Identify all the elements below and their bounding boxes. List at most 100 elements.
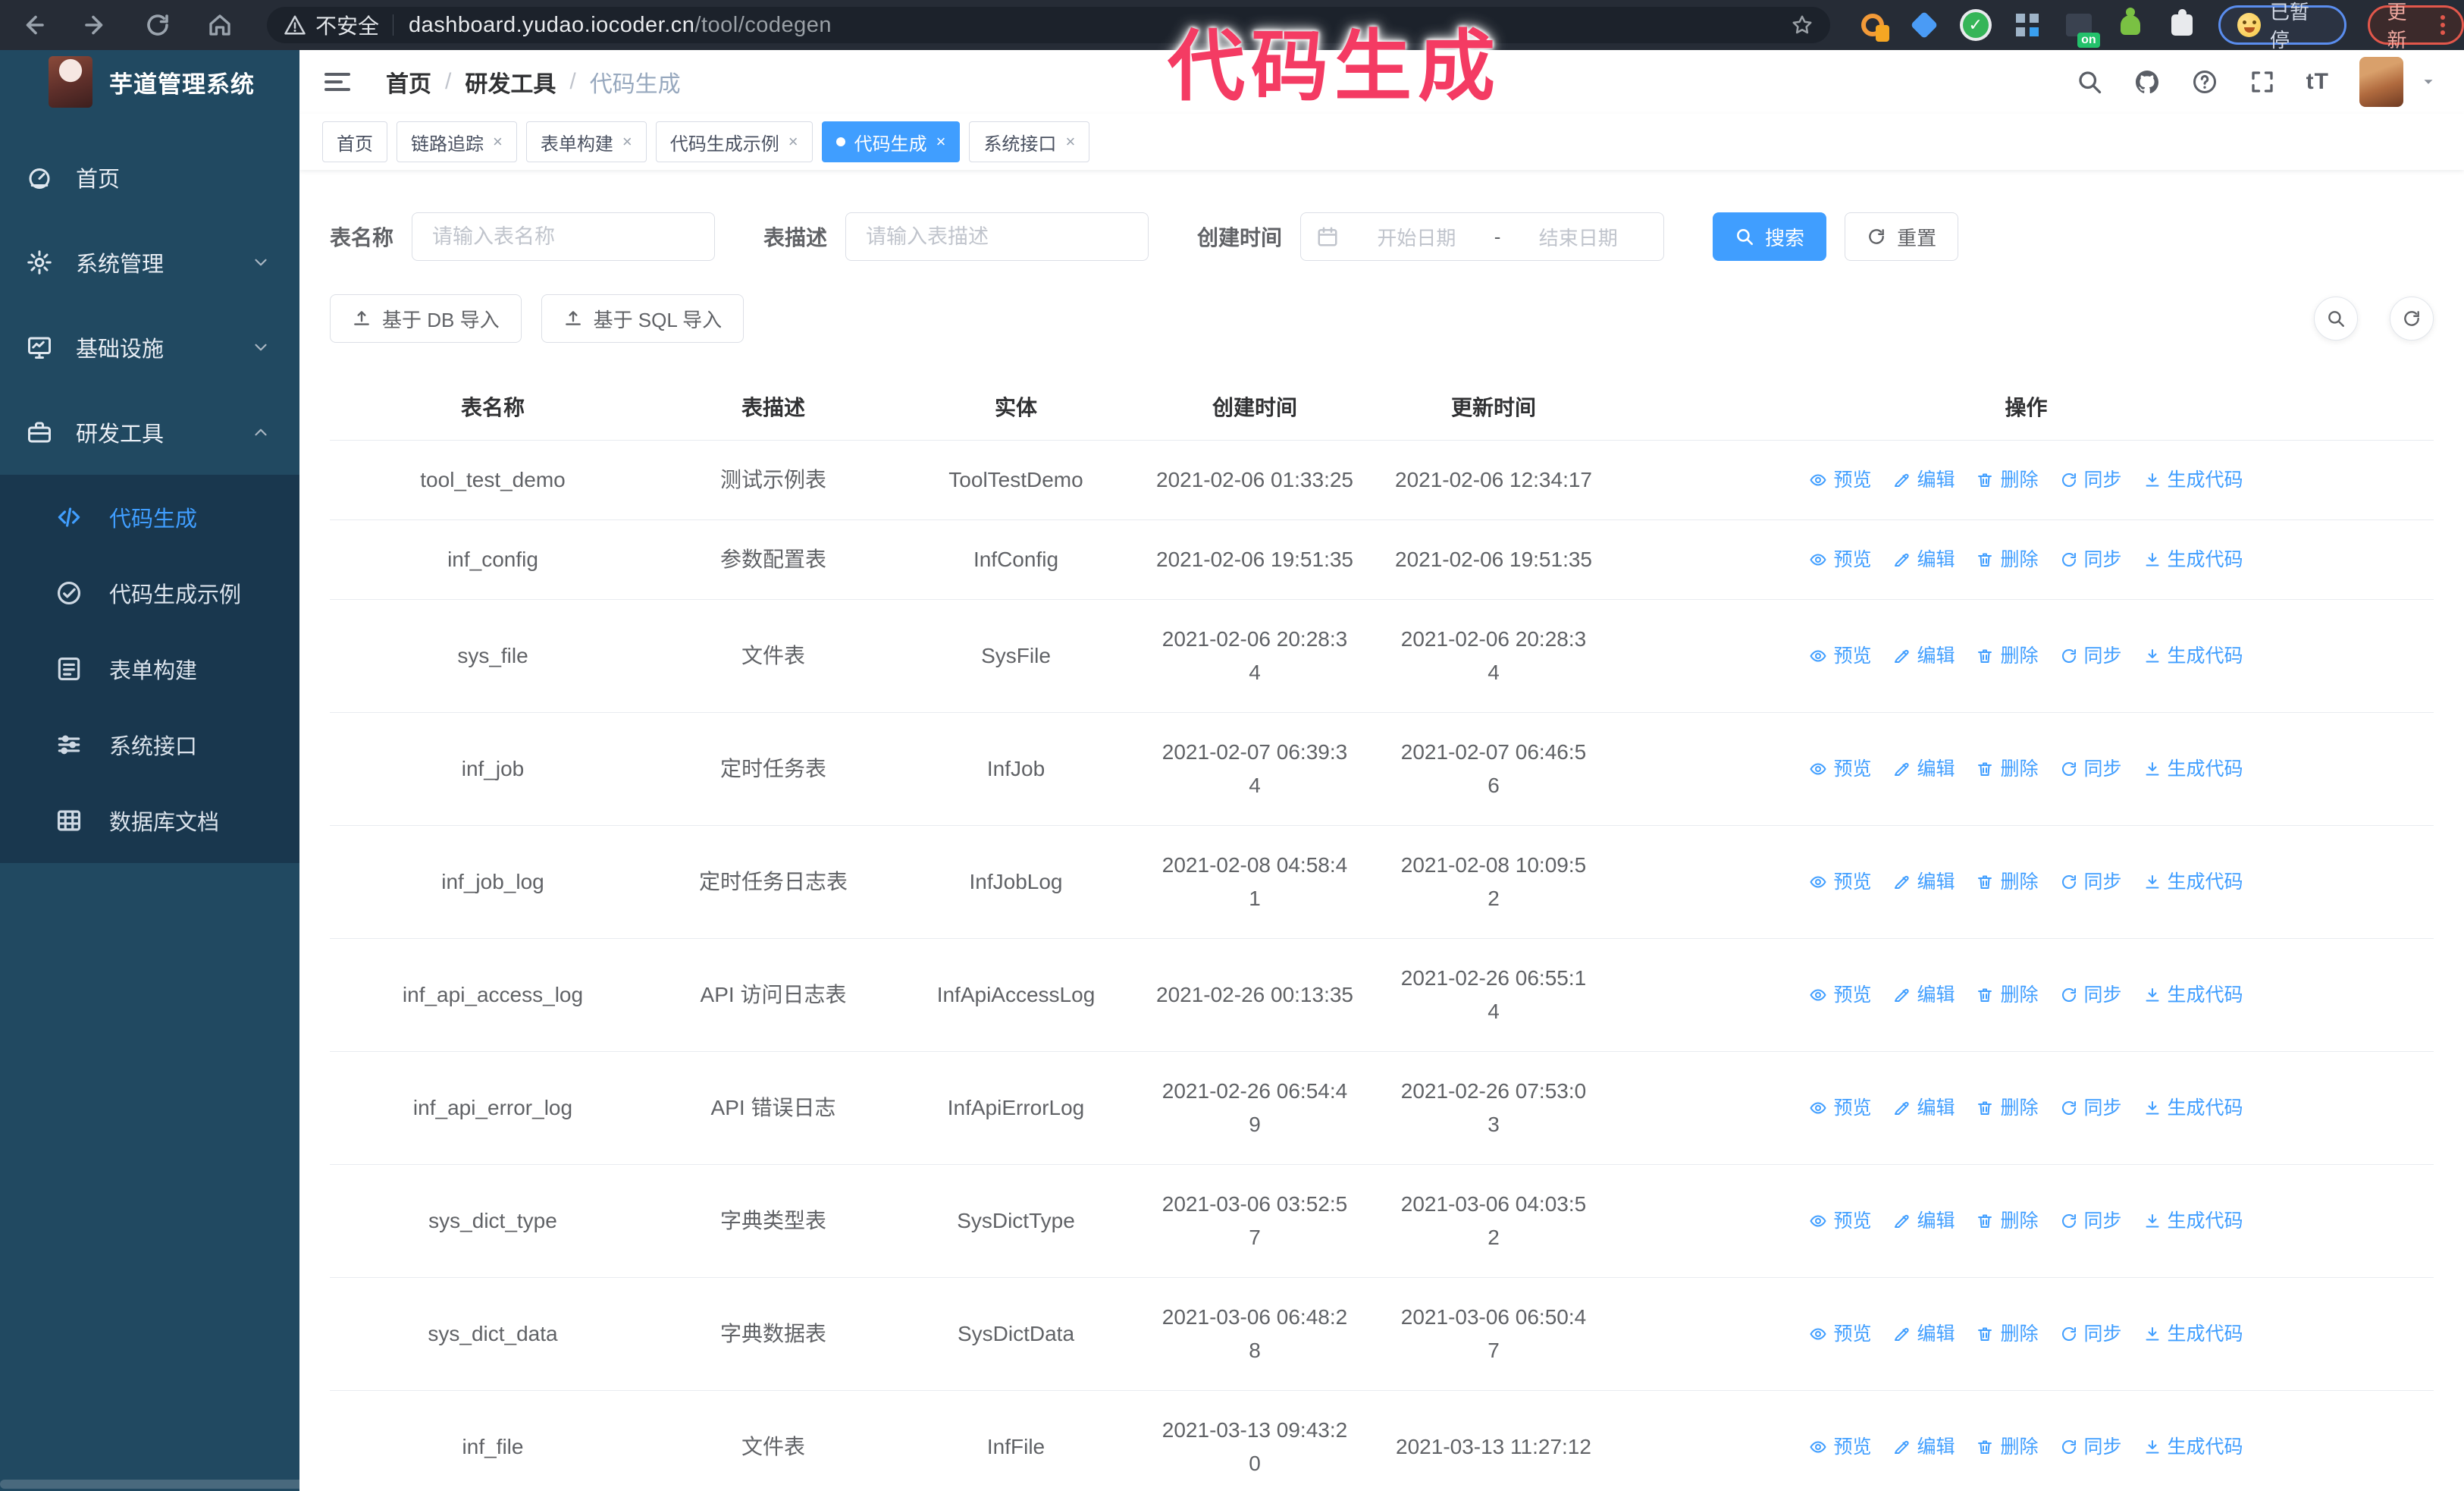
row-action-download[interactable]: 生成代码 — [2143, 978, 2243, 1012]
row-action-edit[interactable]: 编辑 — [1892, 543, 1955, 576]
row-action-sync[interactable]: 同步 — [2060, 463, 2122, 497]
reset-button[interactable]: 重置 — [1845, 212, 1959, 261]
row-action-edit[interactable]: 编辑 — [1892, 865, 1955, 899]
import-db-button[interactable]: 基于 DB 导入 — [330, 294, 522, 343]
sidebar-item-gear[interactable]: 系统管理 — [0, 220, 299, 305]
row-action-download[interactable]: 生成代码 — [2143, 1204, 2243, 1238]
not-secure-warning-icon[interactable] — [284, 14, 306, 36]
start-date-placeholder[interactable]: 开始日期 — [1346, 223, 1487, 251]
close-icon[interactable]: × — [936, 133, 946, 150]
import-sql-button[interactable]: 基于 SQL 导入 — [541, 294, 745, 343]
tab-1[interactable]: 链路追踪 × — [397, 121, 517, 162]
row-action-download[interactable]: 生成代码 — [2143, 1430, 2243, 1464]
row-action-trash[interactable]: 删除 — [1976, 752, 2039, 786]
profile-paused-badge[interactable]: 已暂停 — [2218, 1, 2347, 52]
close-icon[interactable]: × — [1065, 133, 1075, 150]
row-action-trash[interactable]: 删除 — [1976, 865, 2039, 899]
fullscreen-icon[interactable] — [2249, 68, 2276, 96]
row-action-edit[interactable]: 编辑 — [1892, 752, 1955, 786]
row-action-eye[interactable]: 预览 — [1809, 865, 1871, 899]
user-avatar[interactable] — [2359, 57, 2403, 107]
row-action-sync[interactable]: 同步 — [2060, 1204, 2122, 1238]
address-bar[interactable]: 不安全 dashboard.yudao.iocoder.cn/tool/code… — [267, 7, 1830, 43]
forward-icon[interactable] — [82, 11, 109, 39]
extension-switch-icon[interactable]: on — [2064, 10, 2100, 48]
extension-green-check-icon[interactable]: ✓ — [1961, 10, 1991, 40]
row-action-sync[interactable]: 同步 — [2060, 1091, 2122, 1125]
help-icon[interactable] — [2191, 68, 2218, 96]
header-search-icon[interactable] — [2076, 68, 2103, 96]
row-action-trash[interactable]: 删除 — [1976, 978, 2039, 1012]
row-action-edit[interactable]: 编辑 — [1892, 639, 1955, 673]
sidebar-item-infra[interactable]: 基础设施 — [0, 305, 299, 390]
breadcrumb-home[interactable]: 首页 — [386, 65, 431, 99]
home-icon[interactable] — [206, 11, 234, 39]
row-action-download[interactable]: 生成代码 — [2143, 865, 2243, 899]
close-icon[interactable]: × — [788, 133, 798, 150]
sidebar-item-tools[interactable]: 研发工具 — [0, 390, 299, 475]
row-action-eye[interactable]: 预览 — [1809, 752, 1871, 786]
sidebar-subitem-api[interactable]: 系统接口 — [0, 707, 299, 783]
row-action-trash[interactable]: 删除 — [1976, 1430, 2039, 1464]
row-action-trash[interactable]: 删除 — [1976, 1317, 2039, 1351]
row-action-eye[interactable]: 预览 — [1809, 1317, 1871, 1351]
row-action-eye[interactable]: 预览 — [1809, 1091, 1871, 1125]
row-action-trash[interactable]: 删除 — [1976, 543, 2039, 576]
sidebar-subitem-db[interactable]: 数据库文档 — [0, 783, 299, 859]
row-action-eye[interactable]: 预览 — [1809, 463, 1871, 497]
row-action-edit[interactable]: 编辑 — [1892, 1204, 1955, 1238]
sidebar-fold-icon[interactable] — [322, 67, 353, 97]
date-range-picker[interactable]: 开始日期 - 结束日期 — [1300, 212, 1665, 261]
github-icon[interactable] — [2133, 68, 2161, 96]
row-action-download[interactable]: 生成代码 — [2143, 1091, 2243, 1125]
row-action-sync[interactable]: 同步 — [2060, 978, 2122, 1012]
security-label[interactable]: 不安全 — [315, 10, 379, 40]
row-action-sync[interactable]: 同步 — [2060, 752, 2122, 786]
row-action-sync[interactable]: 同步 — [2060, 865, 2122, 899]
extension-orange-icon[interactable] — [1857, 10, 1889, 42]
back-icon[interactable] — [20, 11, 47, 39]
breadcrumb-dev-tools[interactable]: 研发工具 — [465, 65, 556, 99]
extension-gem-icon[interactable] — [1909, 10, 1939, 40]
row-action-eye[interactable]: 预览 — [1809, 639, 1871, 673]
row-action-trash[interactable]: 删除 — [1976, 463, 2039, 497]
row-action-download[interactable]: 生成代码 — [2143, 752, 2243, 786]
row-action-sync[interactable]: 同步 — [2060, 543, 2122, 576]
row-action-eye[interactable]: 预览 — [1809, 1204, 1871, 1238]
row-action-edit[interactable]: 编辑 — [1892, 1091, 1955, 1125]
row-action-edit[interactable]: 编辑 — [1892, 1430, 1955, 1464]
horizontal-scrollbar-thumb[interactable] — [0, 1480, 523, 1489]
row-action-download[interactable]: 生成代码 — [2143, 1317, 2243, 1351]
tab-3[interactable]: 代码生成示例 × — [655, 121, 813, 162]
row-action-eye[interactable]: 预览 — [1809, 978, 1871, 1012]
row-action-sync[interactable]: 同步 — [2060, 1317, 2122, 1351]
row-action-edit[interactable]: 编辑 — [1892, 1317, 1955, 1351]
row-action-download[interactable]: 生成代码 — [2143, 543, 2243, 576]
close-icon[interactable]: × — [493, 133, 503, 150]
row-action-eye[interactable]: 预览 — [1809, 1430, 1871, 1464]
row-action-sync[interactable]: 同步 — [2060, 1430, 2122, 1464]
app-logo[interactable]: 芋道管理系统 — [0, 50, 299, 114]
url-text[interactable]: dashboard.yudao.iocoder.cn/tool/codegen — [409, 13, 832, 38]
extensions-puzzle-icon[interactable] — [2167, 9, 2197, 40]
bookmark-star-icon[interactable] — [1791, 14, 1814, 36]
sidebar-subitem-form[interactable]: 表单构建 — [0, 631, 299, 707]
table-name-input[interactable] — [412, 212, 716, 261]
tab-0[interactable]: 首页 — [322, 121, 387, 162]
refresh-table-button[interactable] — [2390, 297, 2434, 341]
table-desc-input[interactable] — [845, 212, 1149, 261]
row-action-sync[interactable]: 同步 — [2060, 639, 2122, 673]
tab-5[interactable]: 系统接口 × — [969, 121, 1090, 162]
extension-grid-icon[interactable] — [2012, 10, 2042, 40]
close-icon[interactable]: × — [622, 133, 632, 150]
row-action-download[interactable]: 生成代码 — [2143, 639, 2243, 673]
row-action-edit[interactable]: 编辑 — [1892, 978, 1955, 1012]
sidebar-subitem-code[interactable]: 代码生成 — [0, 479, 299, 555]
avatar-caret-icon[interactable] — [2420, 74, 2437, 90]
toggle-search-button[interactable] — [2314, 297, 2358, 341]
sidebar-subitem-example[interactable]: 代码生成示例 — [0, 555, 299, 631]
sidebar-item-dashboard[interactable]: 首页 — [0, 135, 299, 220]
row-action-trash[interactable]: 删除 — [1976, 1091, 2039, 1125]
extension-person-icon[interactable] — [2115, 8, 2146, 40]
browser-update-button[interactable]: 更新 — [2368, 1, 2464, 52]
